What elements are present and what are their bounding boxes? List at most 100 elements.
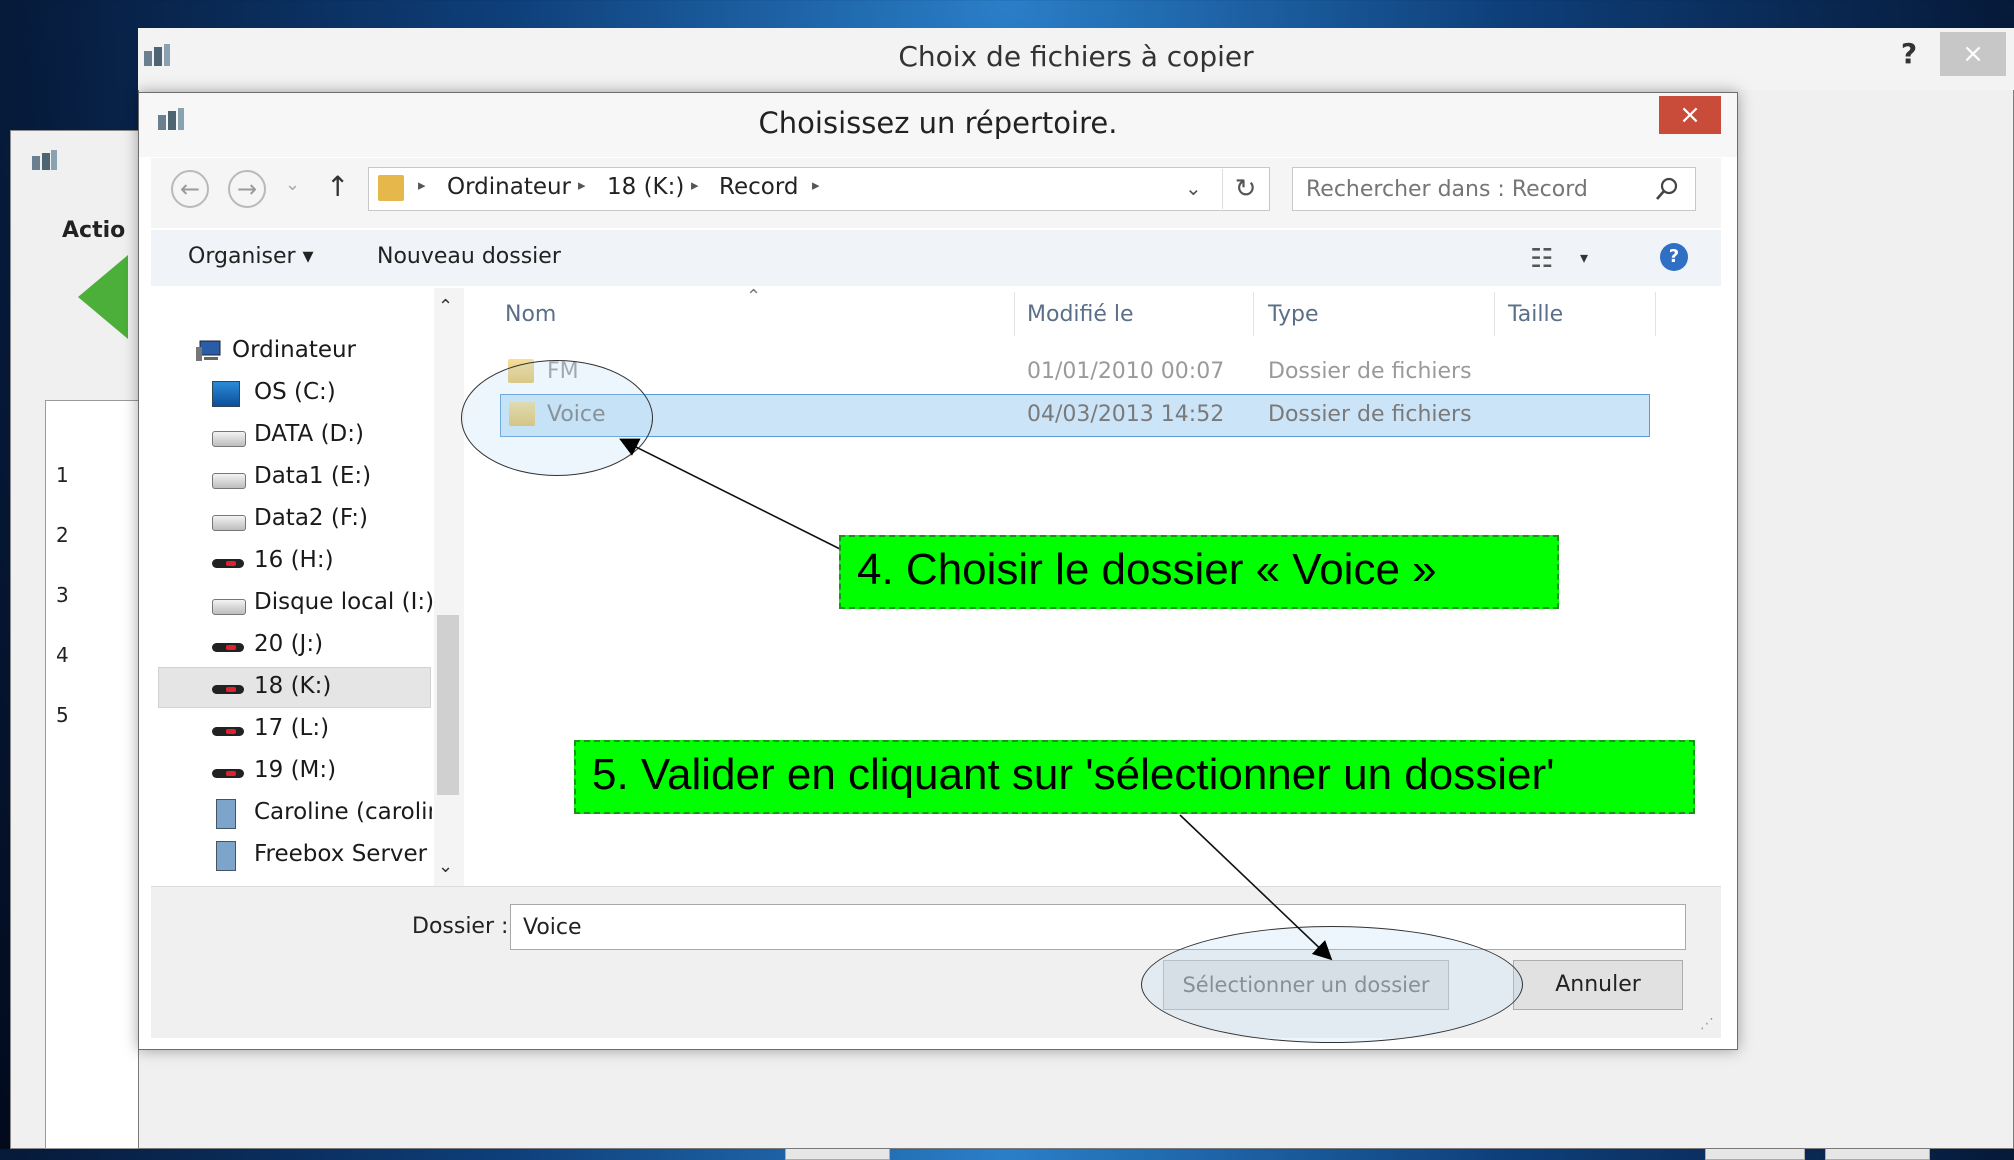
nav-item-label: 20 (J:) (254, 631, 324, 657)
nav-item-disque-local-i[interactable]: Disque local (I:) (152, 585, 435, 625)
nav-item-label: Ordinateur (232, 337, 357, 363)
nav-item-label: 17 (L:) (254, 715, 330, 741)
file-modified: 01/01/2010 00:07 (1027, 359, 1225, 384)
highlight-ellipse-voice (461, 360, 653, 476)
folder-icon (378, 175, 404, 201)
scroll-up-icon[interactable]: ⌃ (438, 296, 453, 317)
usb-drive-icon (212, 559, 244, 568)
nav-item-16-h[interactable]: 16 (H:) (152, 543, 432, 583)
help-button[interactable]: ? (1885, 32, 1933, 76)
nav-item-18-k[interactable]: 18 (K:) (152, 669, 432, 709)
nav-item-os-c[interactable]: OS (C:) (152, 375, 432, 415)
row-number: 5 (56, 703, 69, 727)
nav-item-label: 18 (K:) (254, 673, 332, 699)
breadcrumb-drive[interactable]: 18 (K:) (607, 174, 684, 200)
nav-item-19-m[interactable]: 19 (M:) (152, 753, 432, 793)
nav-item-label: Data1 (E:) (254, 463, 372, 489)
forward-button[interactable]: → (228, 170, 266, 208)
column-header-type[interactable]: Type (1268, 302, 1319, 327)
nav-item-freebox-server[interactable]: Freebox Server (152, 837, 432, 877)
usb-drive-icon (212, 685, 244, 694)
cancel-button[interactable]: Annuler (1513, 960, 1683, 1010)
usb-drive-icon (212, 769, 244, 778)
column-header-size[interactable]: Taille (1508, 302, 1563, 327)
up-arrow-icon[interactable]: ↑ (326, 170, 349, 203)
step-5-callout: 5. Valider en cliquant sur 'sélectionner… (574, 740, 1695, 814)
nav-item-caroline[interactable]: Caroline (carolin (152, 795, 432, 835)
breadcrumb-separator-icon[interactable]: ▸ (578, 176, 586, 194)
folder-field-label: Dossier : (412, 914, 509, 939)
nav-scrollbar[interactable] (434, 288, 464, 886)
network-computer-icon (216, 799, 236, 829)
drive-icon (212, 515, 246, 531)
folder-picker-title: Choisissez un répertoire. (758, 106, 1118, 140)
breadcrumb-separator-icon[interactable]: ▸ (691, 176, 699, 194)
resize-grip-icon[interactable]: ⋰ (1700, 1016, 1714, 1032)
drive-icon (212, 599, 246, 615)
folder-name-input[interactable] (510, 904, 1686, 950)
nav-item-label: OS (C:) (254, 379, 336, 405)
organize-menu-button[interactable]: Organiser ▾ (188, 244, 314, 269)
nav-item-label: 19 (M:) (254, 757, 337, 783)
nav-item-data-d[interactable]: DATA (D:) (152, 417, 432, 457)
outer-close-button[interactable]: × (1940, 32, 2006, 76)
nav-item-data2-f[interactable]: Data2 (F:) (152, 501, 432, 541)
nav-item-label: Freebox Server (254, 841, 428, 867)
scroll-down-icon[interactable]: ⌄ (438, 856, 453, 877)
nav-item-ordinateur[interactable]: Ordinateur (132, 333, 412, 373)
column-header-name[interactable]: Nom (505, 302, 556, 327)
drive-icon (212, 473, 246, 489)
drive-icon (212, 431, 246, 447)
back-button[interactable]: ← (171, 170, 209, 208)
file-row-voice[interactable]: Voice 04/03/2013 14:52 Dossier de fichie… (500, 394, 1650, 437)
sort-ascending-icon: ⌃ (746, 286, 762, 307)
green-arrow-icon[interactable] (78, 255, 128, 339)
refresh-icon[interactable]: ↻ (1222, 169, 1268, 209)
search-icon[interactable] (1652, 174, 1682, 204)
view-dropdown-icon[interactable]: ▾ (1580, 248, 1588, 267)
nav-item-20-j[interactable]: 20 (J:) (152, 627, 432, 667)
recent-locations-chevron-icon[interactable]: ⌄ (285, 174, 300, 195)
search-input[interactable] (1296, 170, 1636, 208)
column-divider[interactable] (1494, 292, 1495, 336)
actions-label: Actio (62, 218, 126, 243)
row-number: 2 (56, 523, 69, 547)
app-icon (30, 150, 58, 172)
column-header-modified[interactable]: Modifié le (1027, 302, 1134, 327)
outer-dialog-title: Choix de fichiers à copier (898, 40, 1254, 73)
close-button[interactable]: × (1659, 96, 1721, 134)
file-type: Dossier de fichiers (1268, 359, 1472, 384)
column-divider[interactable] (1253, 292, 1254, 336)
breadcrumb-separator-icon: ▸ (418, 176, 426, 194)
file-modified: 04/03/2013 14:52 (1027, 402, 1225, 427)
view-options-icon[interactable]: ☷ (1530, 244, 1553, 274)
address-dropdown-chevron-icon[interactable]: ⌄ (1185, 176, 1202, 200)
nav-item-label: Caroline (carolin (254, 799, 432, 825)
help-icon[interactable]: ? (1660, 243, 1688, 271)
os-drive-icon (212, 381, 240, 407)
nav-scrollbar-thumb[interactable] (437, 615, 459, 795)
breadcrumb-record[interactable]: Record (719, 174, 798, 200)
nav-item-label: Data2 (F:) (254, 505, 369, 531)
nav-item-label: DATA (D:) (254, 421, 364, 447)
highlight-ellipse-select-button (1141, 926, 1523, 1043)
nav-item-label: 16 (H:) (254, 547, 334, 573)
breadcrumb-ordinateur[interactable]: Ordinateur (447, 174, 571, 200)
usb-drive-icon (212, 643, 244, 652)
file-row-fm[interactable]: FM 01/01/2010 00:07 Dossier de fichiers (500, 352, 1648, 393)
column-divider[interactable] (1655, 292, 1656, 336)
row-number: 3 (56, 583, 69, 607)
nav-item-label: Disque local (I:) (254, 589, 435, 615)
row-number: 1 (56, 463, 69, 487)
row-number: 4 (56, 643, 69, 667)
file-type: Dossier de fichiers (1268, 402, 1472, 427)
column-divider[interactable] (1014, 292, 1015, 336)
nav-item-data1-e[interactable]: Data1 (E:) (152, 459, 432, 499)
usb-drive-icon (212, 727, 244, 736)
step-4-callout: 4. Choisir le dossier « Voice » (839, 535, 1559, 609)
new-folder-button[interactable]: Nouveau dossier (377, 244, 561, 269)
breadcrumb-separator-icon[interactable]: ▸ (812, 176, 820, 194)
computer-icon (194, 339, 222, 363)
nav-item-17-l[interactable]: 17 (L:) (152, 711, 432, 751)
network-computer-icon (216, 841, 236, 871)
